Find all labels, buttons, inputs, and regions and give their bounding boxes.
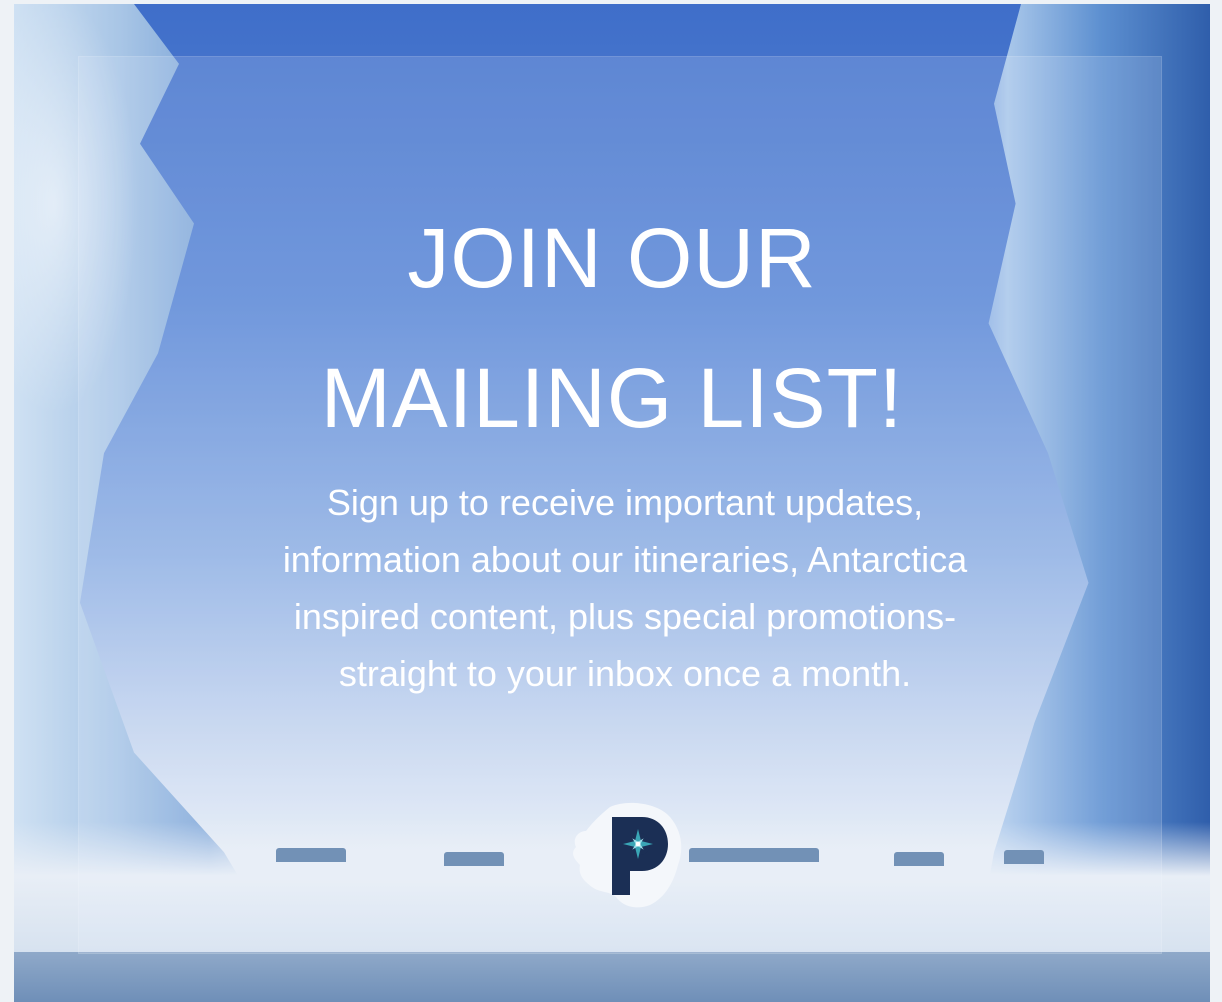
- antarctica-p-logo-icon: [573, 802, 682, 908]
- ice-strip: [14, 952, 1210, 1002]
- description-line-2: information about our itineraries, Antar…: [282, 539, 968, 580]
- description-line-1: Sign up to receive important updates,: [326, 482, 924, 523]
- headline-line-1: JOIN OUR: [407, 211, 817, 305]
- mailing-list-promo[interactable]: JOIN OUR MAILING LIST! Sign up to receiv…: [14, 4, 1210, 1002]
- brand-logo[interactable]: [570, 801, 686, 911]
- headline: JOIN OUR MAILING LIST!: [14, 188, 1210, 468]
- description-line-4: straight to your inbox once a month.: [338, 653, 912, 694]
- description-line-3: inspired content, plus special promotion…: [293, 596, 957, 637]
- headline-line-2: MAILING LIST!: [320, 351, 904, 445]
- description: Sign up to receive important updates, in…: [204, 474, 1046, 702]
